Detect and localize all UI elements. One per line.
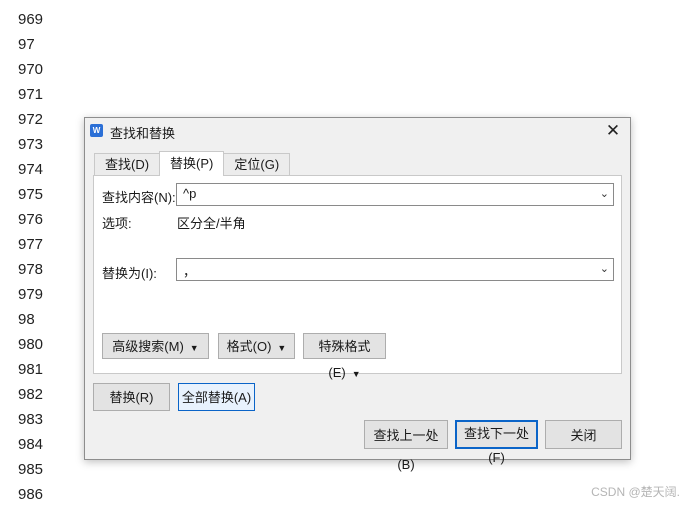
tab-find[interactable]: 查找(D) <box>94 153 161 176</box>
replace-button[interactable]: 替换(R) <box>93 383 170 411</box>
format-label: 格式(O) <box>226 339 272 354</box>
document-line: 976 <box>18 211 44 228</box>
document-line: 985 <box>18 461 44 478</box>
document-line: 972 <box>18 111 44 128</box>
document-line: 981 <box>18 361 44 378</box>
tab-replace[interactable]: 替换(P) <box>159 151 225 176</box>
replace-value: ， <box>183 264 197 279</box>
close-button[interactable]: 关闭 <box>545 420 622 449</box>
find-replace-dialog: W 查找和替换 ✕ 查找(D) 替换(P) 定位(G) 查找内容(N): ^p … <box>84 117 631 472</box>
document-line: 984 <box>18 436 44 453</box>
replace-panel: 查找内容(N): ^p ⌄ 选项: 区分全/半角 替换为(I): ， ⌄ 高级搜… <box>93 175 622 380</box>
chevron-down-icon[interactable]: ⌄ <box>600 187 609 200</box>
advanced-search-button[interactable]: 高级搜索(M) ▼ <box>102 333 209 359</box>
chevron-down-icon[interactable]: ⌄ <box>600 262 609 275</box>
document-line: 970 <box>18 61 44 78</box>
document-line: 977 <box>18 236 44 253</box>
document-line: 973 <box>18 136 44 153</box>
find-value: ^p <box>183 186 197 201</box>
advanced-search-label: 高级搜索(M) <box>112 339 184 354</box>
dropdown-arrow-icon: ▼ <box>351 369 361 379</box>
replace-label: 替换为(I): <box>102 266 157 281</box>
document-line-numbers: 969 97 970 971 972 973 974 975 976 977 978 979 98 980… <box>18 7 43 507</box>
document-line: 986 <box>18 486 44 503</box>
special-format-label: 特殊格式(E) <box>318 339 371 380</box>
dialog-title: 查找和替换 <box>110 126 176 141</box>
find-input[interactable]: ^p ⌄ <box>176 183 614 206</box>
document-line: 978 <box>18 261 44 278</box>
replace-all-button[interactable]: 全部替换(A) <box>178 383 255 411</box>
double-chevron-icon: ▼ <box>189 343 199 353</box>
document-line: 983 <box>18 411 44 428</box>
document-line: 975 <box>18 186 44 203</box>
options-label: 选项: <box>102 216 132 231</box>
format-button[interactable]: 格式(O) ▼ <box>218 333 295 359</box>
document-line: 969 <box>18 11 44 28</box>
special-format-button[interactable]: 特殊格式(E) ▼ <box>303 333 386 380</box>
dropdown-arrow-icon: ▼ <box>277 343 287 353</box>
watermark: CSDN @楚天阔. <box>591 485 680 499</box>
document-line: 980 <box>18 336 44 353</box>
replace-input[interactable]: ， ⌄ <box>176 258 614 281</box>
document-line: 98 <box>18 311 35 328</box>
wps-writer-icon: W <box>90 124 103 137</box>
tab-goto[interactable]: 定位(G) <box>223 153 291 176</box>
close-icon[interactable]: ✕ <box>602 120 624 142</box>
document-line: 97 <box>18 36 35 53</box>
document-line: 982 <box>18 386 44 403</box>
dialog-titlebar[interactable]: W 查找和替换 ✕ <box>85 118 630 144</box>
tab-bar: 查找(D) 替换(P) 定位(G) <box>94 151 291 176</box>
document-line: 974 <box>18 161 44 178</box>
find-label: 查找内容(N): <box>102 190 176 205</box>
find-next-button[interactable]: 查找下一处(F) <box>455 420 538 465</box>
find-previous-button[interactable]: 查找上一处(B) <box>364 420 448 472</box>
options-value: 区分全/半角 <box>177 216 246 231</box>
document-line: 971 <box>18 86 44 103</box>
document-line: 979 <box>18 286 44 303</box>
